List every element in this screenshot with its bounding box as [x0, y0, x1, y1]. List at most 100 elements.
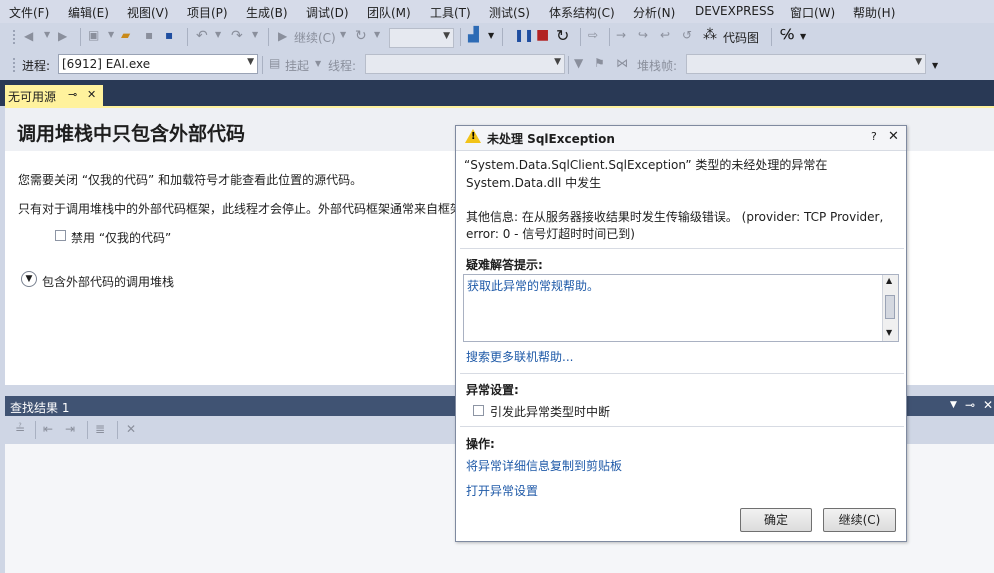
undo-icon[interactable]: ↶ — [196, 28, 208, 44]
hex-display-icon[interactable]: ℅ — [780, 27, 794, 43]
panel-menu-icon[interactable]: ▼ — [950, 400, 957, 410]
continue-dropdown-icon[interactable]: ▼ — [340, 30, 346, 39]
go-to-location-icon[interactable]: ≟ — [15, 422, 25, 436]
break-all-icon[interactable]: ❚❚ — [514, 28, 534, 42]
step-into-icon[interactable]: → — [616, 28, 626, 42]
suspend-icon[interactable]: ▤ — [269, 56, 280, 70]
divider — [460, 373, 904, 374]
toolbar-overflow-icon[interactable]: ▼ — [800, 32, 806, 41]
ok-button[interactable]: 确定 — [740, 508, 812, 532]
stackframe-dropdown[interactable]: ▼ — [686, 54, 926, 74]
break-on-exception-label[interactable]: 引发此异常类型时中断 — [490, 403, 610, 420]
step-back-icon[interactable]: ↺ — [682, 28, 692, 42]
codemap-button[interactable]: 代码图 — [723, 29, 759, 46]
menu-project[interactable]: 项目(P) — [187, 4, 228, 21]
scroll-down-icon[interactable]: ▼ — [886, 328, 892, 337]
thread-filter-icon[interactable]: ▼ — [574, 56, 583, 70]
open-exception-settings-link[interactable]: 打开异常设置 — [466, 482, 906, 499]
menu-test[interactable]: 测试(S) — [489, 4, 530, 21]
additional-info-1: 其他信息: 在从服务器接收结果时发生传输级错误。 (provider: TCP … — [466, 210, 884, 224]
menu-team[interactable]: 团队(M) — [367, 4, 411, 21]
menu-build[interactable]: 生成(B) — [246, 4, 288, 21]
save-all-icon[interactable]: ▪ — [165, 28, 173, 42]
copy-details-link[interactable]: 将异常详细信息复制到剪贴板 — [466, 457, 906, 474]
menu-devexpress[interactable]: DEVEXPRESS — [695, 4, 774, 18]
scroll-up-icon[interactable]: ▲ — [886, 276, 892, 285]
close-dialog-icon[interactable]: ✕ — [888, 129, 899, 144]
menu-window[interactable]: 窗口(W) — [790, 4, 835, 21]
continue-button[interactable]: 继续(C) — [294, 29, 336, 46]
close-tab-icon[interactable]: ✕ — [87, 88, 96, 101]
troubleshooting-label: 疑难解答提示: — [466, 258, 543, 272]
divider — [460, 248, 904, 249]
expand-chevron-icon[interactable]: ▼ — [21, 271, 37, 287]
toolbar-grip[interactable] — [12, 29, 16, 45]
break-on-exception-checkbox[interactable] — [473, 405, 484, 416]
menu-architecture[interactable]: 体系结构(C) — [549, 4, 615, 21]
stop-find-icon[interactable]: ✕ — [126, 422, 136, 436]
exception-message-1: “System.Data.SqlClient.SqlException” 类型的… — [464, 158, 828, 172]
back-dropdown-icon[interactable]: ▼ — [44, 30, 50, 39]
process-value: [6912] EAI.exe — [62, 57, 151, 71]
show-external-frames-icon[interactable]: ⋈ — [616, 56, 628, 70]
step-out-icon[interactable]: ↩ — [660, 28, 670, 42]
toolbar-separator — [187, 28, 188, 46]
toolbar-grip[interactable] — [12, 57, 16, 73]
menu-view[interactable]: 视图(V) — [127, 4, 169, 21]
tab-no-source[interactable]: 无可用源 ⊸ ✕ — [5, 85, 103, 106]
general-help-link[interactable]: 获取此异常的常规帮助。 — [467, 277, 599, 294]
external-callstack-expander[interactable]: 包含外部代码的调用堆栈 — [42, 273, 174, 290]
debug-location-toolbar: 进程: [6912] EAI.exe ▼ ▤ 挂起 ▼ 线程: ▼ ▼ ⚑ ⋈ … — [0, 51, 994, 79]
menu-help[interactable]: 帮助(H) — [853, 4, 895, 21]
previous-result-icon[interactable]: ⇤ — [43, 422, 53, 436]
solution-config-dropdown[interactable]: ▼ — [389, 28, 454, 48]
troubleshooting-list[interactable]: 获取此异常的常规帮助。 ▲ ▼ — [463, 274, 899, 342]
menu-file[interactable]: 文件(F) — [9, 4, 49, 21]
menu-tools[interactable]: 工具(T) — [430, 4, 471, 21]
toolbar-overflow-icon[interactable]: ▼ — [488, 31, 494, 40]
help-icon[interactable]: ? — [871, 130, 877, 143]
suspend-dropdown-icon[interactable]: ▼ — [315, 59, 321, 68]
menu-edit[interactable]: 编辑(E) — [68, 4, 109, 21]
disable-just-my-code-checkbox[interactable] — [55, 230, 66, 241]
toolbar-overflow-icon[interactable]: ▼ — [932, 61, 938, 70]
next-result-icon[interactable]: ⇥ — [65, 422, 75, 436]
back-icon[interactable]: ◀ — [24, 29, 33, 43]
pin-icon[interactable]: ⊸ — [965, 398, 975, 412]
menu-debug[interactable]: 调试(D) — [306, 4, 349, 21]
scrollbar[interactable]: ▲ ▼ — [882, 275, 898, 341]
restart-icon[interactable]: ↻ — [556, 26, 569, 45]
save-icon[interactable]: ▪ — [145, 28, 153, 42]
suspend-button[interactable]: 挂起 — [285, 57, 309, 74]
redo-icon[interactable]: ↷ — [231, 28, 243, 44]
disable-just-my-code-label[interactable]: 禁用 “仅我的代码” — [71, 229, 171, 246]
undo-dropdown-icon[interactable]: ▼ — [215, 30, 221, 39]
dialog-title: 未处理 SqlException — [487, 132, 615, 146]
forward-icon[interactable]: ▶ — [58, 29, 67, 43]
close-panel-icon[interactable]: ✕ — [983, 398, 993, 412]
chevron-down-icon: ▼ — [443, 31, 450, 41]
thread-dropdown[interactable]: ▼ — [365, 54, 565, 74]
step-over-icon[interactable]: ↪ — [638, 28, 648, 42]
stop-debugging-icon[interactable]: ■ — [536, 27, 549, 43]
refresh-dropdown-icon[interactable]: ▼ — [374, 30, 380, 39]
find-in-files-icon[interactable]: ▟ — [468, 27, 479, 43]
redo-dropdown-icon[interactable]: ▼ — [252, 30, 258, 39]
toggle-flag-icon[interactable]: ⚑ — [594, 56, 605, 70]
codemap-icon[interactable]: ⁂ — [703, 27, 717, 43]
menu-analyze[interactable]: 分析(N) — [633, 4, 675, 21]
search-online-help-link[interactable]: 搜索更多联机帮助... — [466, 348, 906, 365]
show-next-statement-icon[interactable]: ⇨ — [588, 28, 598, 42]
exception-helper-dialog: ! 未处理 SqlException ? ✕ “System.Data.SqlC… — [455, 125, 907, 542]
continue-play-icon[interactable]: ▶ — [278, 29, 287, 43]
scroll-thumb[interactable] — [885, 295, 895, 319]
find-results-title: 查找结果 1 — [10, 401, 70, 415]
process-dropdown[interactable]: [6912] EAI.exe ▼ — [58, 54, 258, 74]
continue-button[interactable]: 继续(C) — [823, 508, 896, 532]
pin-icon[interactable]: ⊸ — [68, 88, 77, 101]
refresh-icon[interactable]: ↻ — [355, 28, 367, 44]
new-project-icon[interactable]: ▣ — [88, 28, 99, 42]
open-file-icon[interactable]: ▰ — [121, 28, 130, 42]
new-dropdown-icon[interactable]: ▼ — [108, 30, 114, 39]
clear-all-icon[interactable]: ≣ — [95, 422, 105, 436]
